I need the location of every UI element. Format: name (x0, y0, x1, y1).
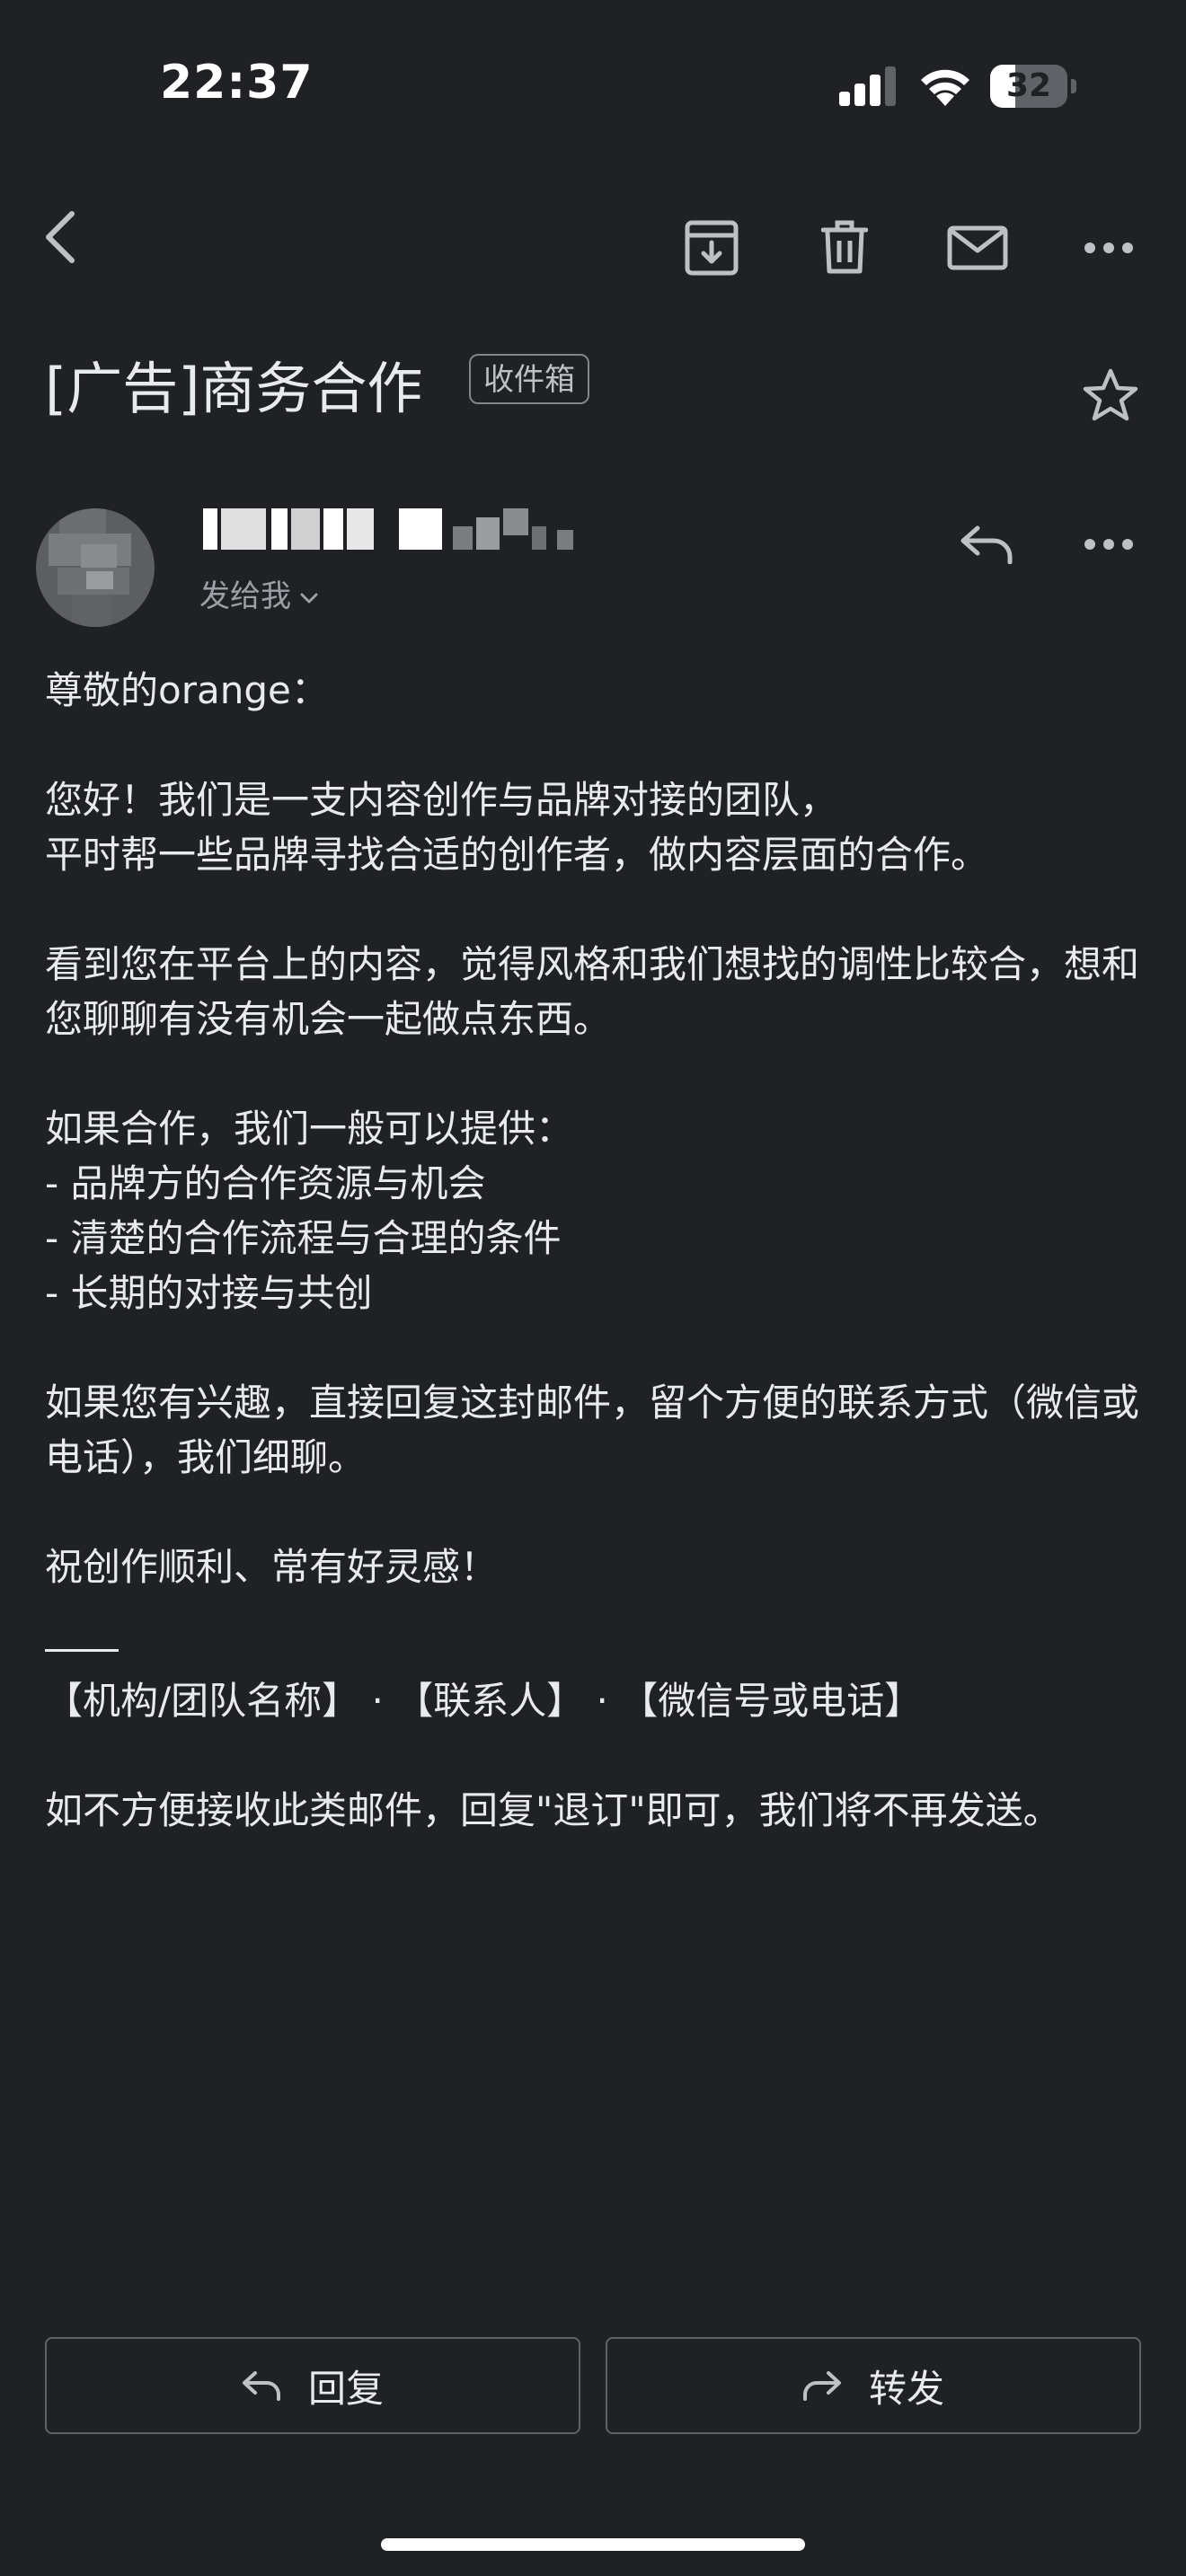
sender-name-redacted[interactable] (203, 508, 580, 550)
home-indicator[interactable] (381, 2538, 805, 2551)
status-time: 22:37 (160, 56, 314, 110)
email-subject: [广告]商务合作 (45, 356, 423, 421)
reply-icon (242, 2371, 280, 2401)
cellular-signal-icon (839, 66, 896, 106)
sender-avatar[interactable] (36, 508, 155, 627)
reply-icon-button[interactable] (949, 508, 1024, 580)
reply-button-label: 回复 (307, 2366, 384, 2411)
signature-divider (45, 1649, 119, 1652)
wifi-icon (921, 69, 969, 106)
forward-button-label: 转发 (868, 2366, 944, 2411)
mark-unread-button[interactable] (938, 210, 1017, 286)
signature: 【机构/团队名称】 · 【联系人】 · 【微信号或电话】 (45, 1679, 923, 1723)
forward-button[interactable]: 转发 (606, 2337, 1141, 2434)
message-more-options-button[interactable] (1071, 508, 1146, 580)
star-button[interactable] (1073, 357, 1148, 433)
reply-button[interactable]: 回复 (45, 2337, 580, 2434)
signature-block: 【机构/团队名称】 · 【联系人】 · 【微信号或电话】 (45, 1649, 1150, 1728)
body-paragraph: 如果合作，我们一般可以提供： - 品牌方的合作资源与机会 - 清楚的合作流程与合… (45, 1107, 574, 1315)
more-horizontal-icon (1084, 243, 1133, 253)
chevron-down-icon (300, 593, 318, 603)
inbox-label-badge[interactable]: 收件箱 (469, 354, 589, 404)
delete-button[interactable] (807, 210, 882, 286)
back-icon (46, 211, 75, 263)
closing: 祝创作顺利、常有好灵感！ (45, 1545, 499, 1589)
more-options-button[interactable] (1071, 210, 1146, 286)
greeting: 尊敬的orange： (45, 668, 329, 712)
back-button[interactable] (31, 205, 88, 269)
recipient-details-toggle[interactable]: 发给我 (199, 571, 318, 615)
recipient-label: 发给我 (199, 578, 291, 614)
reply-icon (960, 525, 1013, 564)
body-paragraph: 您好！我们是一支内容创作与品牌对接的团队， 平时帮一些品牌寻找合适的创作者，做内… (45, 778, 989, 877)
battery-level: 32 (1005, 67, 1052, 104)
battery-indicator: 32 (990, 65, 1076, 108)
trash-icon (821, 220, 868, 274)
archive-button[interactable] (674, 210, 749, 286)
star-icon (1083, 368, 1138, 421)
body-paragraph: 如果您有兴趣，直接回复这封邮件，留个方便的联系方式（微信或电话），我们细聊。 (45, 1381, 1140, 1479)
mail-icon (947, 225, 1008, 270)
unsubscribe-note: 如不方便接收此类邮件，回复"退订"即可，我们将不再发送。 (45, 1788, 1061, 1832)
body-paragraph: 看到您在平台上的内容，觉得风格和我们想找的调性比较合，想和您聊聊有没有机会一起做… (45, 942, 1140, 1041)
forward-icon (802, 2371, 841, 2401)
email-body: 尊敬的orange： 您好！我们是一支内容创作与品牌对接的团队， 平时帮一些品牌… (45, 663, 1150, 1892)
more-horizontal-icon (1084, 539, 1133, 550)
archive-icon (685, 220, 739, 276)
